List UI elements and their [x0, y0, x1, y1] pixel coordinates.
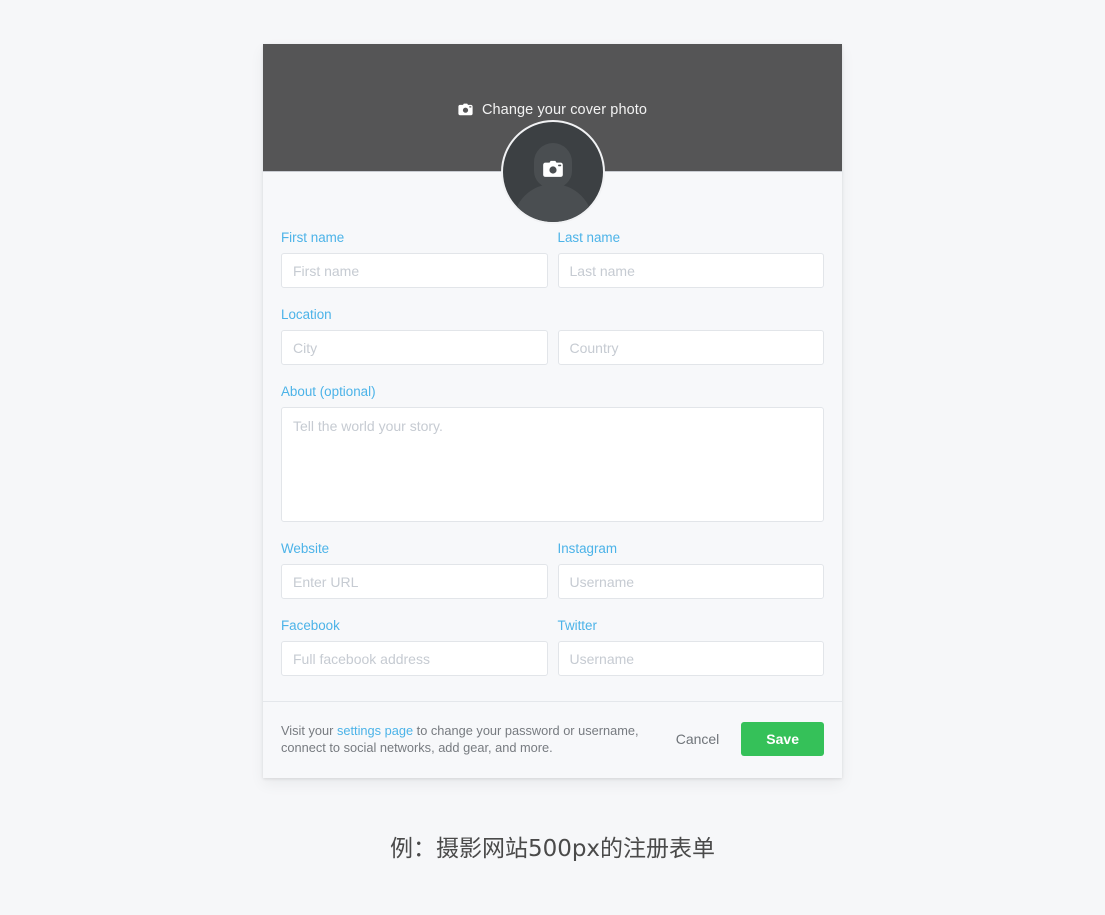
field-instagram: Instagram — [557, 541, 824, 599]
label-last-name: Last name — [557, 230, 621, 245]
change-cover-photo-button[interactable]: Change your cover photo — [263, 101, 842, 121]
label-instagram: Instagram — [557, 541, 618, 556]
city-input[interactable] — [281, 330, 548, 365]
last-name-input[interactable] — [557, 253, 824, 288]
label-about: About (optional) — [281, 384, 376, 399]
about-row: About (optional) — [281, 384, 824, 541]
figure-caption: 例：摄影网站500px的注册表单 — [389, 836, 716, 862]
footer-note-prefix: Visit your — [281, 723, 337, 738]
change-cover-photo-label: Change your cover photo — [481, 102, 648, 118]
twitter-input[interactable] — [557, 641, 824, 676]
website-input[interactable] — [281, 564, 548, 599]
social-row: Facebook Twitter — [281, 618, 824, 695]
camera-icon — [458, 103, 473, 121]
save-button[interactable]: Save — [741, 722, 824, 756]
instagram-input[interactable] — [557, 564, 824, 599]
field-city: Location — [281, 307, 548, 365]
field-facebook: Facebook — [281, 618, 548, 676]
camera-icon — [542, 160, 564, 183]
field-country — [557, 307, 824, 365]
label-first-name: First name — [281, 230, 345, 245]
first-name-input[interactable] — [281, 253, 548, 288]
settings-page-link[interactable]: settings page — [337, 723, 413, 738]
avatar[interactable] — [500, 120, 605, 224]
field-about: About (optional) — [281, 384, 824, 522]
form-footer: Visit your settings page to change your … — [263, 701, 842, 778]
label-facebook: Facebook — [281, 618, 340, 633]
avatar-silhouette-body — [512, 184, 593, 222]
label-location: Location — [281, 307, 332, 322]
about-textarea[interactable] — [281, 407, 824, 522]
cancel-button[interactable]: Cancel — [664, 725, 732, 753]
label-twitter: Twitter — [557, 618, 597, 633]
cover-photo-area[interactable]: Change your cover photo — [263, 44, 842, 224]
avatar-upload[interactable] — [500, 120, 605, 224]
field-first-name: First name — [281, 230, 548, 288]
profile-form: First name Last name Location About (opt… — [263, 172, 842, 701]
country-input[interactable] — [557, 330, 824, 365]
facebook-input[interactable] — [281, 641, 548, 676]
web-row: Website Instagram — [281, 541, 824, 618]
field-last-name: Last name — [557, 230, 824, 288]
field-twitter: Twitter — [557, 618, 824, 676]
footer-note: Visit your settings page to change your … — [281, 722, 664, 756]
location-row: Location — [281, 307, 824, 384]
field-website: Website — [281, 541, 548, 599]
name-row: First name Last name — [281, 230, 824, 307]
label-website: Website — [281, 541, 330, 556]
profile-edit-card: Change your cover photo First name First… — [263, 44, 842, 778]
